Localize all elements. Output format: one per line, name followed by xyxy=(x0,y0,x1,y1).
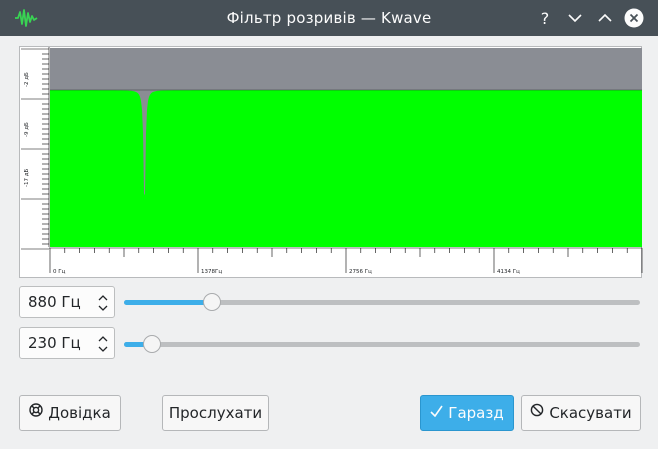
y-tick-label: -9 дБ xyxy=(24,122,30,137)
y-tick-label: -17 дБ xyxy=(24,168,30,187)
cancel-circle-icon xyxy=(530,395,544,429)
frequency-spinbox[interactable]: 880 Гц xyxy=(19,286,115,318)
checkmark-icon xyxy=(430,395,443,429)
close-icon[interactable] xyxy=(624,8,644,28)
response-curve-area xyxy=(50,90,642,247)
frequency-response-plot: -2 дБ -9 дБ -17 дБ 0 Гц 1378Гц 2756 Гц 4134 Г… xyxy=(19,46,643,278)
x-axis-ticks xyxy=(49,248,643,273)
x-tick-label: 4134 Гц xyxy=(497,269,520,275)
help-button-label: Довідка xyxy=(48,404,111,422)
ok-button[interactable]: Гаразд xyxy=(420,395,514,431)
frequency-slider[interactable] xyxy=(124,292,640,312)
y-tick-label: -2 дБ xyxy=(24,72,30,87)
frequency-value[interactable]: 880 Гц xyxy=(28,287,81,317)
x-axis-labels: 0 Гц 1378Гц 2756 Гц 4134 Гц xyxy=(53,269,520,275)
help-button[interactable]: Довідка xyxy=(19,395,121,431)
spin-arrows-icon[interactable] xyxy=(98,293,108,313)
window-title: Фільтр розривів — Kwave xyxy=(226,9,432,27)
frequency-response-svg: -2 дБ -9 дБ -17 дБ 0 Гц 1378Гц 2756 Гц 4134 Г… xyxy=(21,47,643,275)
minimize-icon[interactable] xyxy=(565,8,585,28)
help-icon[interactable]: ? xyxy=(535,8,555,28)
x-tick-label: 2756 Гц xyxy=(349,269,372,275)
listen-button-label: Прослухати xyxy=(168,404,263,422)
spin-arrows-icon[interactable] xyxy=(98,334,108,354)
slider-handle[interactable] xyxy=(143,335,162,353)
x-tick-label: 0 Гц xyxy=(53,269,66,275)
y-axis-labels: -2 дБ -9 дБ -17 дБ xyxy=(24,72,30,187)
slider-fill xyxy=(124,300,212,305)
cancel-button[interactable]: Скасувати xyxy=(521,395,641,431)
slider-groove[interactable] xyxy=(124,342,640,347)
bandwidth-slider[interactable] xyxy=(124,334,640,354)
bandwidth-spinbox[interactable]: 230 Гц xyxy=(19,327,115,359)
svg-text:?: ? xyxy=(541,9,550,28)
listen-button[interactable]: Прослухати xyxy=(162,395,269,431)
dialog-window: Фільтр розривів — Kwave ? -2 дБ -9 дБ -17 … xyxy=(0,0,658,449)
cancel-button-label: Скасувати xyxy=(549,404,632,422)
x-tick-label: 1378Гц xyxy=(201,269,222,275)
slider-handle[interactable] xyxy=(202,293,221,311)
title-bar[interactable]: Фільтр розривів — Kwave ? xyxy=(0,0,658,36)
bandwidth-value[interactable]: 230 Гц xyxy=(28,328,81,358)
maximize-icon[interactable] xyxy=(595,8,615,28)
lifebuoy-icon xyxy=(29,395,43,429)
ok-button-label: Гаразд xyxy=(448,404,504,422)
